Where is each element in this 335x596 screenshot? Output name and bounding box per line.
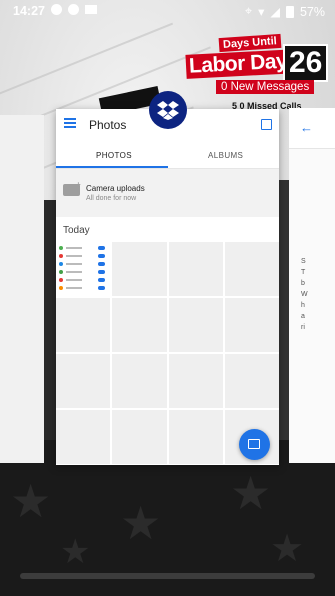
wallpaper-star: ★ — [60, 533, 91, 571]
photo-thumbnail[interactable] — [56, 242, 111, 296]
tab-photos[interactable]: PHOTOS — [96, 151, 132, 160]
gesture-nav-handle[interactable] — [20, 573, 315, 579]
banner-count: 26 — [283, 44, 329, 82]
back-arrow-icon: ← — [300, 120, 313, 135]
wifi-icon: ▾ — [258, 5, 265, 19]
wallpaper-star: ★ — [270, 528, 305, 570]
select-checkbox-icon[interactable] — [261, 119, 272, 130]
gmail-icon — [85, 5, 97, 14]
recent-app-card-left[interactable] — [0, 115, 44, 463]
camera-plus-icon: + — [76, 180, 81, 189]
location-icon: ⌖ — [245, 4, 253, 18]
status-bar: 14:27 ⌖ ▾ ◢ 57% — [0, 0, 335, 22]
camera-uploads-status: All done for now — [86, 195, 137, 202]
wallpaper-star: ★ — [10, 475, 52, 527]
signal-icon: ◢ — [270, 5, 280, 19]
photo-thumbnail[interactable] — [168, 298, 223, 352]
photo-thumbnail[interactable] — [112, 354, 167, 408]
photo-thumbnail[interactable] — [56, 354, 111, 408]
labor-day-banner: Days Until Labor Day: 26 0 New Messages … — [185, 33, 335, 118]
add-photo-icon — [248, 439, 260, 449]
photo-thumbnail[interactable] — [168, 354, 223, 408]
photo-thumbnail[interactable] — [112, 298, 167, 352]
photo-thumbnail[interactable] — [224, 354, 279, 408]
photo-thumbnail[interactable] — [56, 410, 111, 464]
wallpaper-shard — [44, 200, 56, 440]
photo-thumbnail[interactable] — [168, 410, 223, 464]
system-icons: ⌖ ▾ ◢ 57% — [245, 4, 325, 19]
banner-labor-day: Labor Day: — [185, 49, 298, 79]
screenshot-thumbnail — [56, 242, 111, 296]
banner-messages: 0 New Messages — [216, 80, 315, 94]
page-title: Photos — [89, 118, 127, 132]
dropbox-app-card[interactable]: Photos PHOTOS ALBUMS + Camera uploads Al… — [56, 109, 279, 465]
recent-app-card-right[interactable]: ← S Tb Wh a ri — [289, 108, 335, 463]
battery-percent: 57% — [299, 4, 325, 19]
camera-uploads-title: Camera uploads — [86, 184, 145, 193]
photo-thumbnail[interactable] — [112, 242, 167, 296]
section-header-today: Today — [63, 225, 90, 236]
right-card-text: S Tb Wh a ri — [301, 258, 308, 331]
menu-icon[interactable] — [64, 118, 76, 128]
photo-thumbnail[interactable] — [112, 410, 167, 464]
notification-icons — [51, 4, 97, 15]
photo-thumbnail[interactable] — [56, 298, 111, 352]
status-time: 14:27 — [13, 4, 45, 18]
spotify-icon — [51, 4, 62, 15]
photo-thumbnail[interactable] — [224, 242, 279, 296]
tab-bar: PHOTOS ALBUMS — [56, 142, 279, 169]
dropbox-logo-icon[interactable] — [149, 91, 187, 129]
dropbox-glyph — [157, 100, 179, 120]
photo-thumbnail[interactable] — [168, 242, 223, 296]
photo-thumbnail[interactable] — [224, 298, 279, 352]
notification-icon — [68, 4, 79, 15]
right-card-app-bar: ← — [289, 108, 335, 149]
wallpaper-shard — [279, 180, 289, 460]
wallpaper-star: ★ — [120, 497, 162, 549]
wallpaper-star: ★ — [230, 467, 272, 519]
battery-icon — [285, 5, 294, 18]
upload-photo-button[interactable] — [239, 429, 270, 460]
tab-albums[interactable]: ALBUMS — [208, 151, 243, 160]
camera-uploads-banner[interactable]: + Camera uploads All done for now — [56, 169, 279, 217]
